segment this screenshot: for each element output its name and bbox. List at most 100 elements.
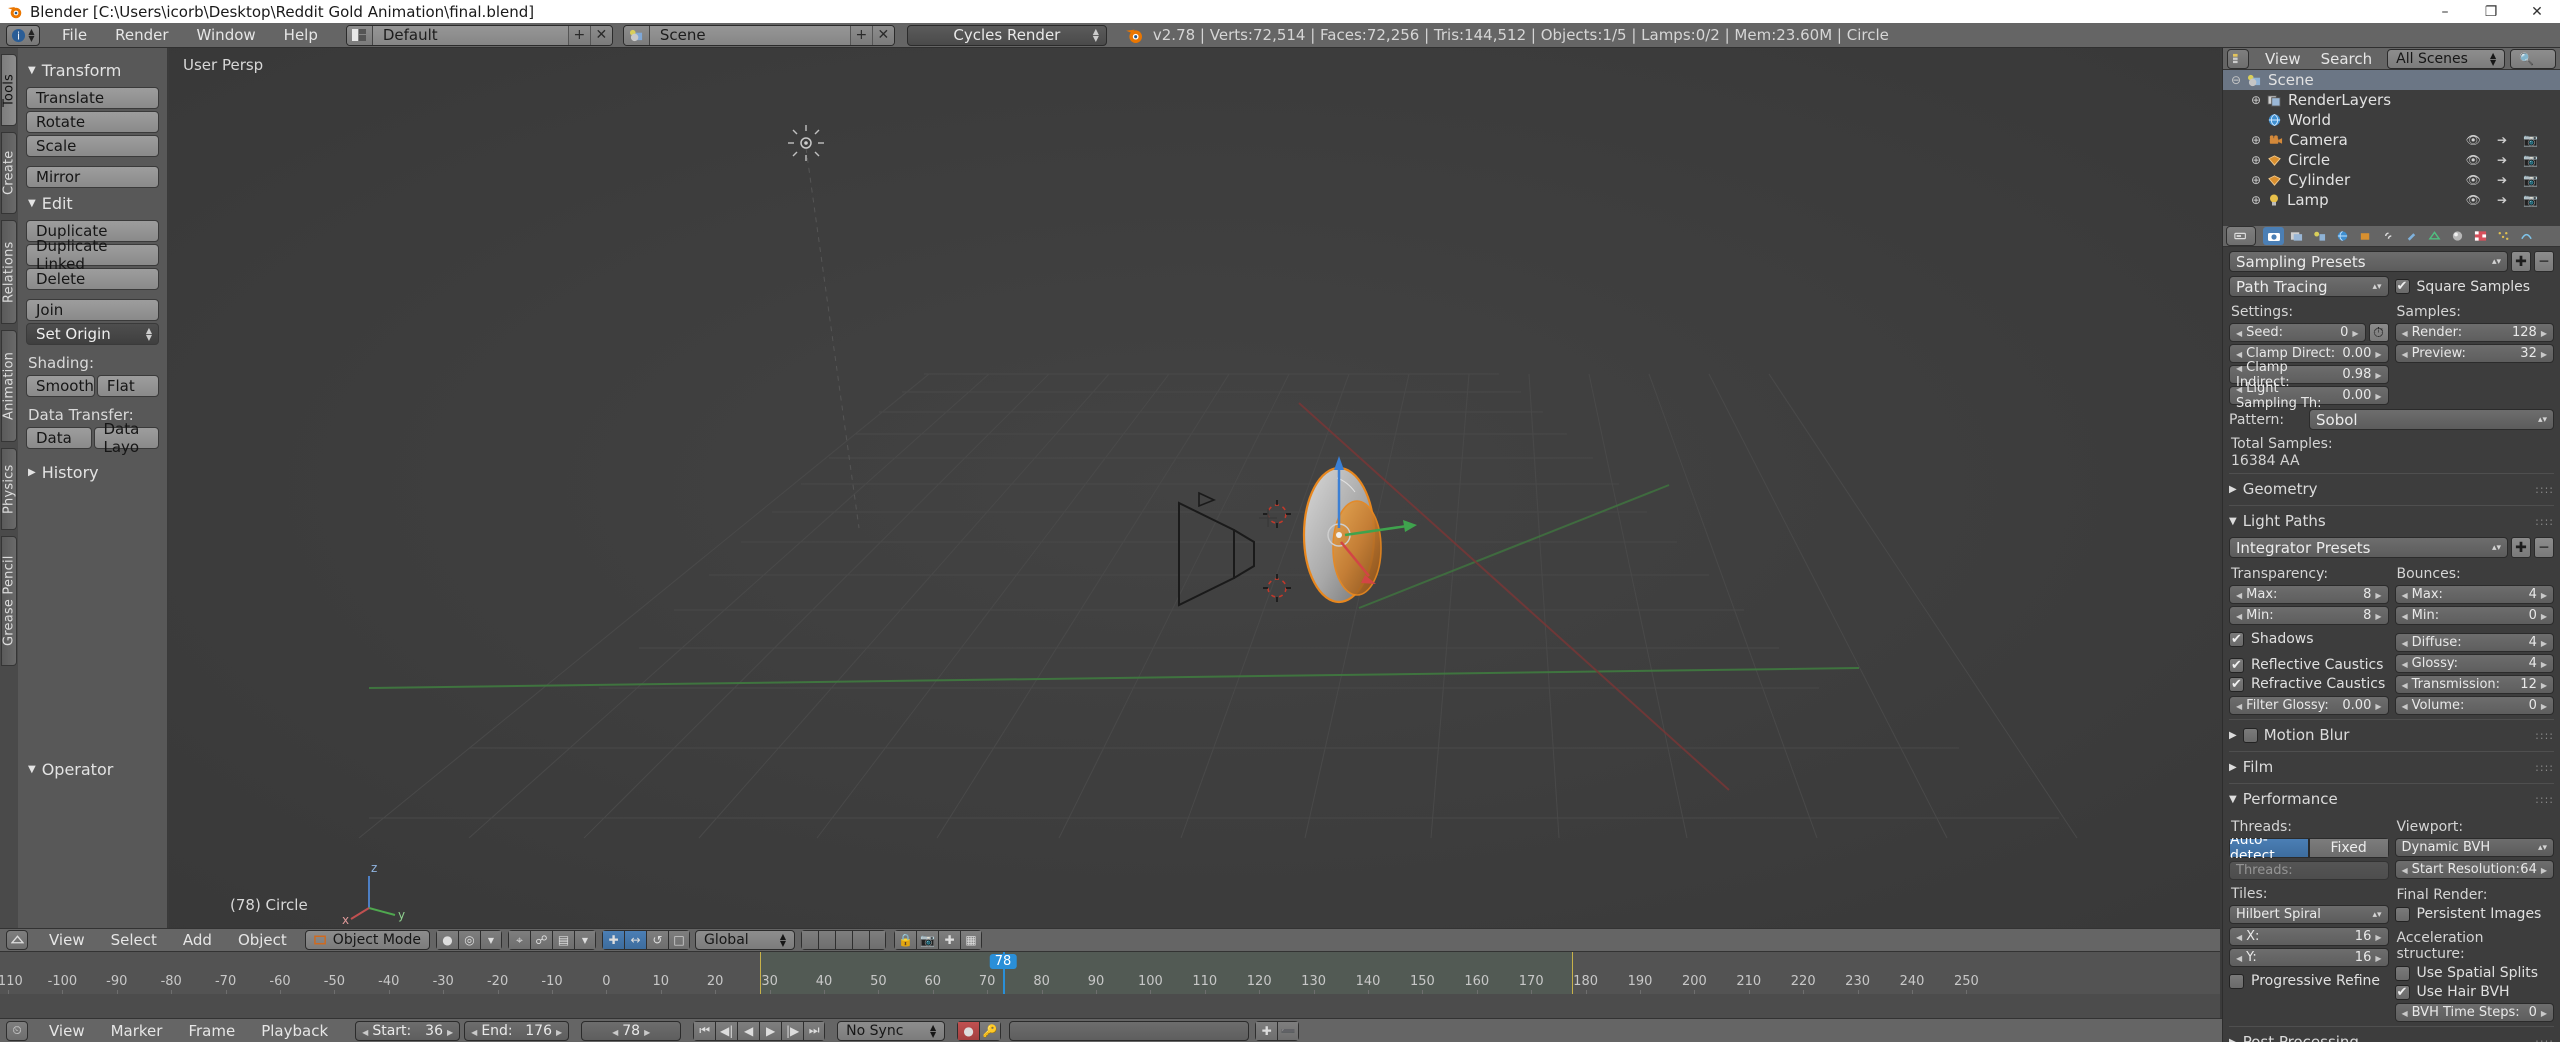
- current-frame-field[interactable]: 78: [581, 1020, 682, 1041]
- insert-keyframe-icon[interactable]: ✚: [1255, 1020, 1278, 1041]
- delete-keyframe-icon[interactable]: ➖: [1277, 1020, 1300, 1041]
- 3d-viewport[interactable]: z y x User Persp: [169, 48, 2220, 928]
- tool-tab-physics[interactable]: Physics: [1, 448, 17, 530]
- filter-glossy-field[interactable]: Filter Glossy: 0.00: [2229, 696, 2389, 715]
- play-icon[interactable]: ▶: [759, 1020, 782, 1041]
- prev-keyframe-icon[interactable]: ◀|: [715, 1020, 738, 1041]
- persistent-images-row[interactable]: Persistent Images: [2394, 906, 2555, 922]
- record-icon[interactable]: ●: [957, 1020, 980, 1041]
- outliner-search-input[interactable]: 🔍: [2510, 48, 2556, 69]
- viewport-menu-add[interactable]: Add: [170, 931, 225, 949]
- editor-type-info-icon[interactable]: i ▲ ▼: [6, 24, 40, 46]
- operator-section-header[interactable]: ▼ Operator: [28, 760, 113, 779]
- threads-fixed-button[interactable]: Fixed: [2308, 838, 2389, 858]
- scene-add-button[interactable]: +: [849, 25, 872, 45]
- scale-button[interactable]: Scale: [26, 135, 159, 157]
- transparency-min-field[interactable]: Min: 8: [2229, 606, 2389, 625]
- seed-animate-icon[interactable]: ⏱: [2368, 323, 2389, 342]
- outliner-expander-icon[interactable]: ⊕: [2251, 153, 2265, 167]
- refractive-caustics-row[interactable]: Refractive Caustics: [2229, 676, 2389, 692]
- set-origin-dropdown[interactable]: Set Origin ▲ ▼: [26, 323, 159, 345]
- shading-solid-icon[interactable]: ●: [436, 930, 458, 950]
- shading-wire-icon[interactable]: ◎: [458, 930, 480, 950]
- tile-order-dropdown[interactable]: Hilbert Spiral: [2229, 905, 2389, 924]
- cursor-arrow-icon[interactable]: ➔: [2497, 153, 2507, 167]
- sampling-preset-add-button[interactable]: ✚: [2511, 251, 2531, 272]
- layer-5-icon[interactable]: [869, 930, 886, 950]
- editor-type-outliner-icon[interactable]: [2227, 48, 2249, 69]
- tool-tab-grease-pencil[interactable]: Grease Pencil: [1, 536, 17, 666]
- menu-file[interactable]: File: [48, 23, 101, 48]
- properties-tab-world[interactable]: [2332, 227, 2353, 245]
- play-reverse-icon[interactable]: ◀: [737, 1020, 760, 1041]
- data-button[interactable]: Data: [26, 427, 92, 449]
- snap-magnet-icon[interactable]: ☍: [530, 930, 552, 950]
- properties-tab-physics[interactable]: [2516, 227, 2537, 245]
- tool-tab-relations[interactable]: Relations: [1, 220, 17, 324]
- edit-section-header[interactable]: ▼ Edit: [28, 194, 159, 213]
- tool-tab-animation[interactable]: Animation: [1, 330, 17, 442]
- camera-icon[interactable]: 📷: [916, 930, 938, 950]
- properties-tab-constraints[interactable]: [2378, 227, 2399, 245]
- duplicate-linked-button[interactable]: Duplicate Linked: [26, 237, 159, 273]
- transform-section-header[interactable]: ▼ Transform: [28, 61, 159, 80]
- scene-remove-button[interactable]: ✕: [871, 25, 894, 45]
- outliner-row-world[interactable]: World: [2223, 110, 2560, 130]
- outliner-row-camera[interactable]: ⊕ Camera 👁 ➔ 📷: [2223, 130, 2560, 150]
- layout-remove-button[interactable]: ✕: [589, 25, 612, 45]
- outliner-row-circle[interactable]: ⊕ Circle 👁 ➔ 📷: [2223, 150, 2560, 170]
- shading-smooth-button[interactable]: Smooth: [26, 375, 95, 397]
- seed-field[interactable]: Seed: 0: [2229, 323, 2366, 342]
- camera-render-icon[interactable]: 📷: [2523, 173, 2538, 187]
- translate-button[interactable]: Translate: [26, 87, 159, 109]
- volume-bounces-field[interactable]: Volume: 0: [2394, 696, 2554, 715]
- timeline-menu-playback[interactable]: Playback: [248, 1022, 341, 1040]
- light-paths-section-header[interactable]: ▼ Light Paths ::::: [2229, 512, 2554, 533]
- motion-blur-section-header[interactable]: ▶ Motion Blur ::::: [2229, 726, 2554, 747]
- progressive-refine-checkbox[interactable]: [2229, 973, 2244, 989]
- hair-bvh-row[interactable]: Use Hair BVH: [2394, 984, 2555, 1000]
- sampling-presets-dropdown[interactable]: Sampling Presets: [2229, 251, 2508, 272]
- properties-tab-render[interactable]: [2263, 227, 2284, 245]
- outliner-expander-icon[interactable]: ⊖: [2231, 73, 2245, 87]
- layer-2-icon[interactable]: [818, 930, 835, 950]
- grid-icon[interactable]: ▦: [960, 930, 982, 950]
- timeline-menu-view[interactable]: View: [36, 1022, 98, 1040]
- properties-editor[interactable]: Sampling Presets ✚ ─ Path Tracing Square…: [2222, 226, 2560, 1042]
- frame-start-field[interactable]: Start: 36: [355, 1020, 461, 1041]
- data-layout-button[interactable]: Data Layo: [93, 420, 159, 456]
- viewport-canvas[interactable]: z y x: [169, 48, 2220, 928]
- keying-set-field[interactable]: [1009, 1020, 1250, 1041]
- viewport-menu-select[interactable]: Select: [98, 931, 170, 949]
- plus-icon[interactable]: ✚: [938, 930, 960, 950]
- maximize-button[interactable]: ❐: [2468, 0, 2514, 23]
- hair-bvh-checkbox[interactable]: [2394, 984, 2410, 1000]
- eye-icon[interactable]: 👁: [2466, 153, 2481, 167]
- geometry-section-header[interactable]: ▶ Geometry ::::: [2229, 480, 2554, 501]
- eye-icon[interactable]: 👁: [2466, 173, 2481, 187]
- integrator-preset-add-button[interactable]: ✚: [2511, 537, 2531, 558]
- render-samples-field[interactable]: Render: 128: [2394, 323, 2554, 342]
- outliner-expander-icon[interactable]: ⊕: [2251, 93, 2265, 107]
- bounces-max-field[interactable]: Max: 4: [2394, 585, 2554, 604]
- join-button[interactable]: Join: [26, 299, 159, 321]
- sampling-preset-remove-button[interactable]: ─: [2534, 251, 2554, 272]
- viewport-menu-object[interactable]: Object: [225, 931, 300, 949]
- tile-x-field[interactable]: X: 16: [2229, 927, 2389, 946]
- sync-mode-selector[interactable]: No Sync ▲ ▼: [837, 1020, 946, 1041]
- lock-icon[interactable]: 🔒: [894, 930, 916, 950]
- next-keyframe-icon[interactable]: |▶: [781, 1020, 804, 1041]
- drag-handle-icon[interactable]: ::::: [2535, 483, 2554, 496]
- shading-flat-button[interactable]: Flat: [96, 375, 159, 397]
- square-samples-checkbox[interactable]: [2394, 279, 2410, 294]
- bounces-min-field[interactable]: Min: 0: [2394, 606, 2554, 625]
- refractive-caustics-checkbox[interactable]: [2229, 676, 2244, 692]
- outliner-row-cylinder[interactable]: ⊕ Cylinder 👁 ➔ 📷: [2223, 170, 2560, 190]
- motion-blur-checkbox[interactable]: [2242, 727, 2258, 743]
- viewport-menu-view[interactable]: View: [36, 931, 98, 949]
- glossy-bounces-field[interactable]: Glossy: 4: [2394, 654, 2554, 673]
- pivot-point-icon[interactable]: ⌖: [508, 930, 530, 950]
- screen-layout-value[interactable]: Default: [372, 25, 568, 45]
- properties-tab-material[interactable]: [2447, 227, 2468, 245]
- editor-type-properties-icon[interactable]: [2226, 226, 2256, 246]
